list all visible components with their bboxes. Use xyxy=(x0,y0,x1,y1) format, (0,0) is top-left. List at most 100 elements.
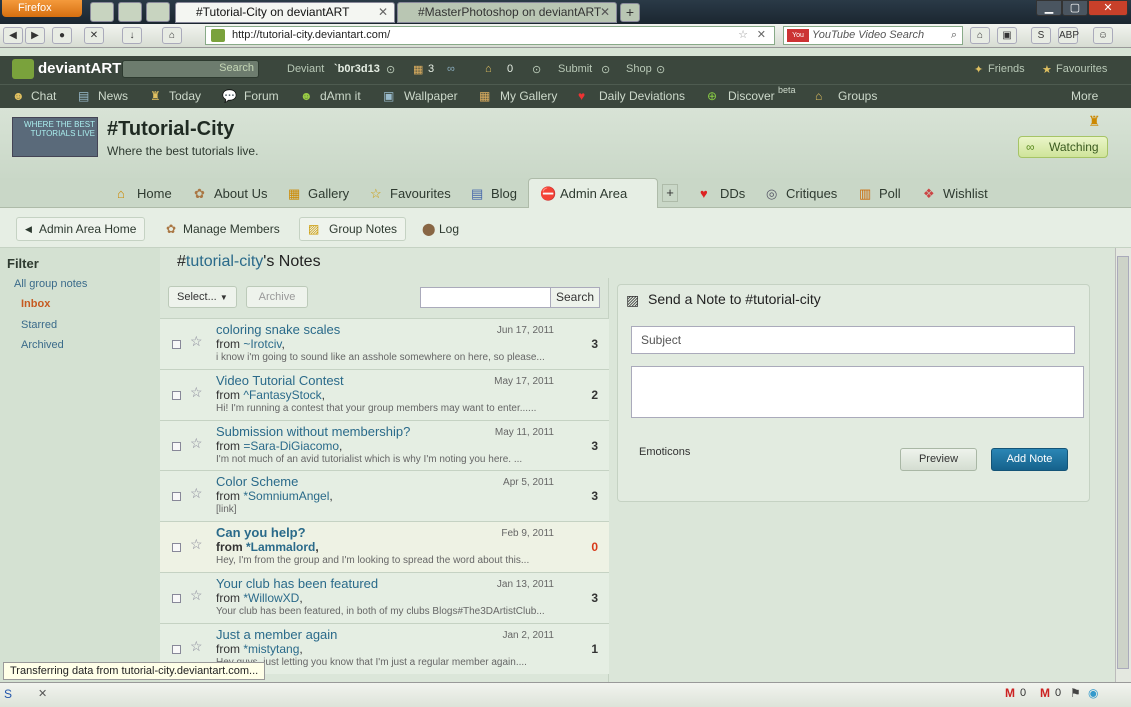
close-icon[interactable]: ✕ xyxy=(378,3,388,22)
star-icon[interactable]: ☆ xyxy=(190,333,203,350)
forward-icon[interactable]: ▶ xyxy=(25,27,45,44)
table-row[interactable]: ☆ Submission without membership? from =Sar… xyxy=(160,420,609,471)
note-sender[interactable]: ~Irotciv xyxy=(243,337,281,351)
group-avatar[interactable]: WHERE THE BEST TUTORIALS LIVE xyxy=(12,117,98,157)
download-icon[interactable]: ↓ xyxy=(122,27,142,44)
star-icon[interactable]: ☆ xyxy=(190,587,203,604)
watching-button[interactable]: ∞ Watching xyxy=(1018,136,1108,158)
new-tab-button[interactable]: + xyxy=(620,3,640,22)
emoticons-link[interactable]: Emoticons xyxy=(639,446,690,458)
maximize-icon[interactable]: ▢ xyxy=(1062,0,1088,16)
manage-members-button[interactable]: ✿ Manage Members xyxy=(160,217,289,241)
table-row[interactable]: ☆ Can you help? from *Lammalord, Hey, I'm f… xyxy=(160,521,609,572)
chevron-down-icon[interactable]: ⊙ xyxy=(601,63,610,76)
star-icon[interactable]: ☆ xyxy=(190,638,203,655)
adblock-icon[interactable]: ABP xyxy=(1058,27,1079,44)
add-tab-button[interactable]: + xyxy=(662,184,678,202)
watch-icon[interactable]: ∞ xyxy=(447,63,455,75)
note-subject[interactable]: Color Scheme xyxy=(216,474,298,489)
chevron-down-icon[interactable]: ⊙ xyxy=(656,63,665,76)
back-icon[interactable]: ◀ xyxy=(3,27,23,44)
star-icon[interactable]: ☆ xyxy=(190,435,203,452)
stop-icon[interactable]: ✕ xyxy=(84,27,104,44)
pin-icon[interactable]: ♜ xyxy=(1088,113,1101,130)
browser-tab-inactive[interactable]: #MasterPhotoshop on deviantART ✕ xyxy=(397,2,617,23)
note-sender[interactable]: *WillowXD xyxy=(243,591,299,605)
row-checkbox[interactable] xyxy=(172,340,181,349)
favourites-link[interactable]: Favourites xyxy=(1056,63,1107,75)
menu-daily-deviations[interactable]: Daily Deviations xyxy=(599,89,685,103)
da-search-button[interactable]: Search xyxy=(219,62,254,74)
table-row[interactable]: ☆ Your club has been featured from *Willow… xyxy=(160,572,609,623)
pinned-tab-3[interactable] xyxy=(146,2,170,22)
shop-link[interactable]: Shop xyxy=(626,63,652,75)
filter-all-notes[interactable]: All group notes xyxy=(14,278,87,290)
menu-more[interactable]: More xyxy=(1071,89,1098,103)
star-icon[interactable]: ☆ xyxy=(190,536,203,553)
row-checkbox[interactable] xyxy=(172,442,181,451)
table-row[interactable]: ☆ Video Tutorial Contest from ^FantasyStoc… xyxy=(160,369,609,420)
pinned-tab-1[interactable] xyxy=(90,2,114,22)
menu-chat[interactable]: Chat xyxy=(31,89,56,103)
filter-inbox[interactable]: Inbox xyxy=(21,298,50,310)
notes-icon[interactable]: ▦ xyxy=(413,63,423,76)
subject-input[interactable]: Subject xyxy=(631,326,1075,354)
tab-blog[interactable]: ▤ Blog xyxy=(471,186,517,201)
group-link[interactable]: tutorial-city xyxy=(186,253,263,270)
menu-forum[interactable]: Forum xyxy=(244,89,279,103)
tab-gallery[interactable]: ▦ Gallery xyxy=(288,186,349,201)
menu-news[interactable]: News xyxy=(98,89,128,103)
tab-about-us[interactable]: ✿ About Us xyxy=(194,186,267,201)
note-subject[interactable]: Can you help? xyxy=(216,525,306,540)
url-bar[interactable]: http://tutorial-city.deviantart.com/ ☆ ✕ xyxy=(205,26,775,45)
select-dropdown[interactable]: Select... ▼ xyxy=(168,286,237,308)
menu-damnit[interactable]: dAmn it xyxy=(320,89,361,103)
note-subject[interactable]: Your club has been featured xyxy=(216,576,378,591)
window-close-icon[interactable]: ✕ xyxy=(1088,0,1128,16)
home-icon[interactable]: ⌂ xyxy=(162,27,182,44)
admin-area-home-button[interactable]: ◀ Admin Area Home xyxy=(16,217,146,241)
preview-button[interactable]: Preview xyxy=(900,448,977,471)
close-icon[interactable]: ✕ xyxy=(600,3,610,22)
tab-poll[interactable]: ▥ Poll xyxy=(859,186,901,201)
menu-today[interactable]: Today xyxy=(169,89,201,103)
table-row[interactable]: ☆ Color Scheme from *SomniumAngel, [link] Ap… xyxy=(160,470,609,521)
note-subject[interactable]: Just a member again xyxy=(216,627,337,642)
gmail-icon[interactable]: M xyxy=(1005,686,1015,700)
row-checkbox[interactable] xyxy=(172,391,181,400)
firefox-menu-button[interactable]: Firefox xyxy=(2,0,82,17)
house-icon[interactable]: ⌂ xyxy=(485,63,492,75)
chevron-down-icon[interactable]: ⊙ xyxy=(532,63,541,76)
addon-icon[interactable]: ● xyxy=(52,27,72,44)
star-icon[interactable]: ☆ xyxy=(190,384,203,401)
search-icon[interactable]: ⌕ xyxy=(951,27,957,44)
youtube-search-input[interactable]: You YouTube Video Search ⌕ xyxy=(783,26,963,45)
add-note-button[interactable]: Add Note xyxy=(991,448,1068,471)
row-checkbox[interactable] xyxy=(172,543,181,552)
clear-url-icon[interactable]: ✕ xyxy=(757,27,766,44)
messages-count[interactable]: 0 xyxy=(507,63,513,75)
smiley-icon[interactable]: ☺ xyxy=(1093,27,1113,44)
row-checkbox[interactable] xyxy=(172,594,181,603)
note-sender[interactable]: *mistytang xyxy=(243,642,299,656)
note-subject[interactable]: Video Tutorial Contest xyxy=(216,373,344,388)
filter-archived[interactable]: Archived xyxy=(21,339,64,351)
menu-groups[interactable]: Groups xyxy=(838,89,877,103)
group-title[interactable]: #Tutorial-City xyxy=(107,118,234,141)
skype-icon[interactable]: S xyxy=(1031,27,1051,44)
note-sender[interactable]: =Sara-DiGiacomo xyxy=(243,439,339,453)
chevron-down-icon[interactable]: ⊙ xyxy=(386,63,395,76)
pinned-tab-2[interactable] xyxy=(118,2,142,22)
note-sender[interactable]: *Lammalord xyxy=(246,540,315,554)
menu-wallpaper[interactable]: Wallpaper xyxy=(404,89,458,103)
note-sender[interactable]: ^FantasyStock xyxy=(243,388,321,402)
toolbar-menu-icon[interactable]: ▣ xyxy=(997,27,1017,44)
username-link[interactable]: `b0r3d13 xyxy=(334,63,380,75)
row-checkbox[interactable] xyxy=(172,645,181,654)
note-body-input[interactable] xyxy=(631,366,1084,418)
tab-wishlist[interactable]: ❖ Wishlist xyxy=(923,186,988,201)
note-subject[interactable]: coloring snake scales xyxy=(216,322,340,337)
row-checkbox[interactable] xyxy=(172,492,181,501)
da-search-input[interactable]: Search xyxy=(122,60,259,78)
submit-link[interactable]: Submit xyxy=(558,63,592,75)
